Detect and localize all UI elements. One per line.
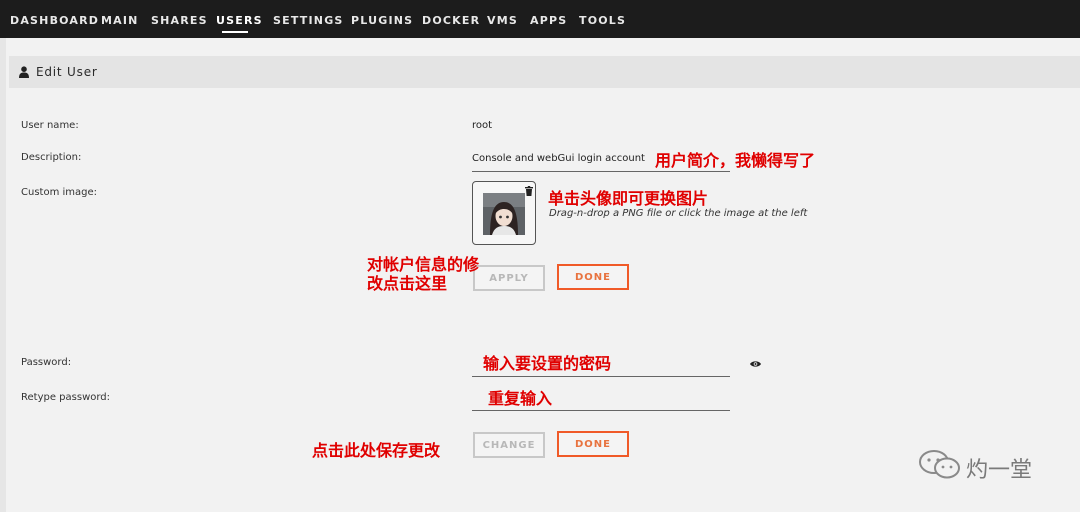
active-tab-indicator — [222, 31, 248, 33]
nav-apps[interactable]: APPS — [530, 14, 567, 27]
done-button-2[interactable]: DONE — [557, 431, 629, 457]
description-underline — [472, 171, 730, 172]
watermark: 灼一堂 — [918, 450, 1048, 483]
nav-tools[interactable]: TOOLS — [579, 14, 626, 27]
annotation-change: 点击此处保存更改 — [312, 441, 441, 460]
description-label: Description: — [21, 152, 82, 163]
avatar-image — [483, 193, 525, 235]
eye-icon[interactable] — [750, 360, 761, 368]
nav-main[interactable]: MAIN — [101, 14, 139, 27]
nav-dashboard[interactable]: DASHBOARD — [10, 14, 99, 27]
top-nav: DASHBOARD MAIN SHARES USERS SETTINGS PLU… — [0, 0, 1080, 38]
nav-vms[interactable]: VMS — [487, 14, 518, 27]
password-input[interactable] — [472, 376, 730, 377]
username-value: root — [472, 120, 493, 131]
trash-icon[interactable] — [525, 186, 533, 196]
nav-users[interactable]: USERS — [216, 14, 263, 27]
annotation-apply-line2: 改点击这里 — [367, 274, 448, 293]
description-input[interactable]: Console and webGui login account — [472, 153, 645, 164]
user-icon — [19, 66, 29, 78]
retype-password-label: Retype password: — [21, 392, 111, 403]
retype-password-input[interactable] — [472, 410, 730, 411]
watermark-text: 灼一堂 — [966, 458, 1033, 483]
annotation-retype: 重复输入 — [488, 389, 553, 408]
nav-shares[interactable]: SHARES — [151, 14, 208, 27]
change-button[interactable]: CHANGE — [473, 432, 545, 458]
nav-docker[interactable]: DOCKER — [422, 14, 480, 27]
annotation-description: 用户简介，我懒得写了 — [655, 151, 816, 170]
password-label: Password: — [21, 357, 72, 368]
wechat-icon — [919, 450, 960, 479]
custom-image-label: Custom image: — [21, 187, 98, 198]
annotation-password: 输入要设置的密码 — [483, 354, 612, 373]
section-header: Edit User — [9, 56, 1080, 88]
apply-button[interactable]: APPLY — [473, 265, 545, 291]
image-hint: Drag-n-drop a PNG file or click the imag… — [549, 208, 808, 219]
done-button[interactable]: DONE — [557, 264, 629, 290]
username-label: User name: — [21, 120, 79, 131]
annotation-avatar: 单击头像即可更换图片 — [548, 189, 709, 208]
nav-plugins[interactable]: PLUGINS — [351, 14, 413, 27]
page-title: Edit User — [36, 65, 98, 79]
left-edge-strip — [0, 38, 6, 512]
nav-settings[interactable]: SETTINGS — [273, 14, 344, 27]
